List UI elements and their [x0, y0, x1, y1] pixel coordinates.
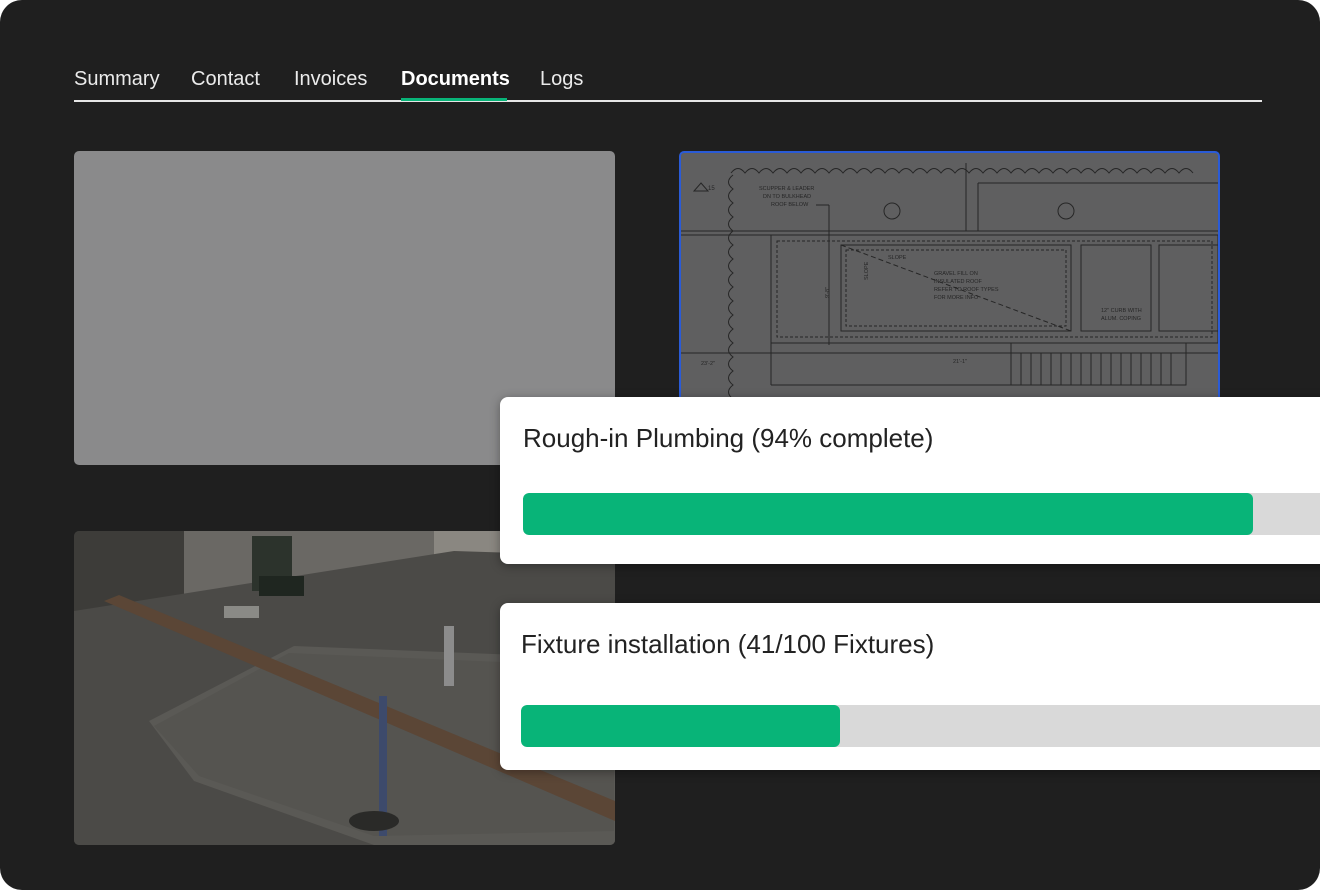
plan-note-gravel-2: INSULATED ROOF: [934, 279, 983, 285]
tab-logs[interactable]: Logs: [540, 66, 583, 92]
plan-note-slope-1: SLOPE: [888, 255, 907, 261]
progress-title: Fixture installation (41/100 Fixtures): [521, 629, 935, 659]
tab-documents[interactable]: Documents: [401, 66, 510, 92]
plan-revision-tag: 15: [708, 186, 715, 192]
progress-card-fixture-installation: Fixture installation (41/100 Fixtures): [500, 603, 1320, 770]
plan-note-slope-2: SLOPE: [864, 261, 870, 280]
plan-note-curb-1: 12" CURB WITH: [1101, 308, 1142, 314]
plan-note-gravel-4: FOR MORE INFO: [934, 295, 979, 301]
progress-fill: [521, 705, 840, 747]
plan-note-scupper-2: DN TO BULKHEAD: [763, 194, 811, 200]
tab-summary[interactable]: Summary: [74, 66, 160, 92]
plan-note-scupper-1: SCUPPER & LEADER: [759, 186, 814, 192]
progress-card-rough-in-plumbing: Rough-in Plumbing (94% complete): [500, 397, 1320, 564]
progress-track: [523, 493, 1320, 535]
plan-dimension-vertical: 9'-8": [825, 287, 831, 298]
plan-note-gravel-3: REFER TO ROOF TYPES: [934, 287, 999, 293]
plan-dimension-middle: 21'-1": [953, 359, 967, 365]
plan-note-curb-2: ALUM. COPING: [1101, 316, 1141, 322]
app-window: Summary Contact Invoices Documents Logs: [0, 0, 1320, 890]
tab-invoices[interactable]: Invoices: [294, 66, 367, 92]
tab-bar: Summary Contact Invoices Documents Logs: [74, 64, 1262, 102]
progress-title: Rough-in Plumbing (94% complete): [523, 423, 934, 453]
active-tab-indicator: [401, 98, 507, 101]
plan-dimension-left: 23'-2": [701, 361, 715, 367]
plan-note-scupper-3: ROOF BELOW: [771, 202, 809, 208]
progress-track: [521, 705, 1320, 747]
progress-fill: [523, 493, 1254, 535]
tab-contact[interactable]: Contact: [191, 66, 260, 92]
plan-note-gravel-1: GRAVEL FILL ON: [934, 271, 978, 277]
